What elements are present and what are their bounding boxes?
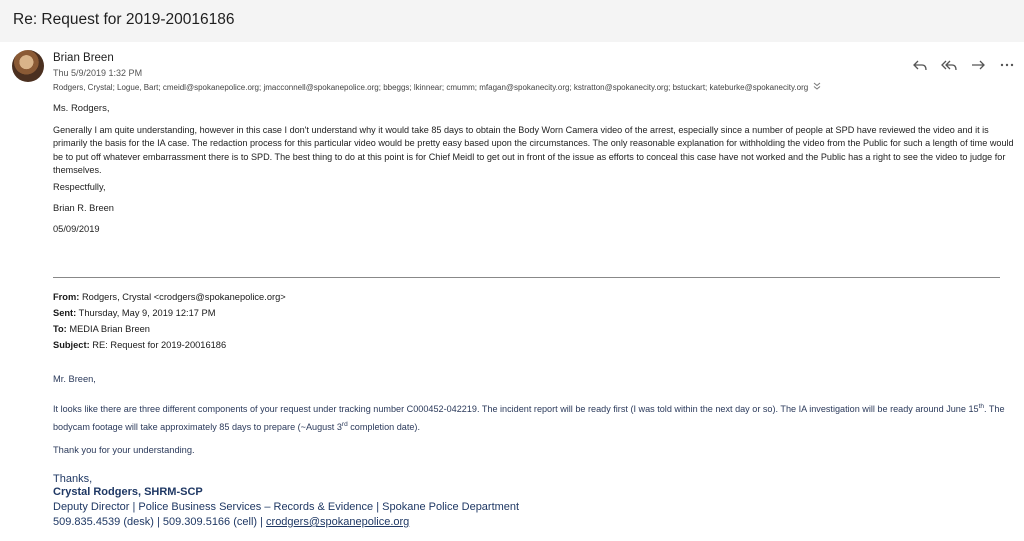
message-signature-name: Brian R. Breen — [53, 203, 114, 213]
quoted-to: To: MEDIA Brian Breen — [53, 324, 150, 334]
quoted-to-label: To: — [53, 324, 67, 334]
quoted-paragraph: It looks like there are three different … — [53, 399, 1018, 435]
signature-email-link[interactable]: crodgers@spokanepolice.org — [266, 516, 409, 528]
sender-name[interactable]: Brian Breen — [53, 52, 114, 64]
signature-thanks: Thanks, — [53, 473, 93, 485]
subject-bar: Re: Request for 2019-20016186 — [0, 0, 1024, 42]
quoted-from-value: Rodgers, Crystal <crodgers@spokanepolice… — [81, 292, 286, 302]
quoted-sent-label: Sent: — [53, 308, 77, 318]
reply-all-icon[interactable] — [940, 56, 958, 74]
message-greeting: Ms. Rodgers, — [53, 103, 110, 114]
quoted-sent: Sent: Thursday, May 9, 2019 12:17 PM — [53, 308, 215, 318]
quoted-from-label: From: — [53, 292, 80, 302]
reply-icon[interactable] — [911, 56, 929, 74]
expand-recipients-icon[interactable] — [813, 82, 821, 92]
message-date: Thu 5/9/2019 1:32 PM — [53, 68, 143, 78]
forward-icon[interactable] — [969, 56, 987, 74]
signature-name: Crystal Rodgers, SHRM-SCP — [53, 486, 203, 498]
email-subject: Re: Request for 2019-20016186 — [13, 11, 235, 28]
quoted-paragraph-part3: completion date). — [347, 422, 420, 433]
quoted-subject-label: Subject: — [53, 340, 90, 350]
quoted-from: From: Rodgers, Crystal <crodgers@spokane… — [53, 292, 286, 302]
recipients-line: Rodgers, Crystal; Logue, Bart; cmeidl@sp… — [53, 82, 821, 92]
sender-avatar[interactable] — [12, 50, 44, 82]
quoted-paragraph-part1: It looks like there are three different … — [53, 404, 979, 415]
message-signature-date: 05/09/2019 — [53, 224, 100, 234]
recipients-list: Rodgers, Crystal; Logue, Bart; cmeidl@sp… — [53, 83, 809, 92]
signature-title: Deputy Director | Police Business Servic… — [53, 501, 520, 513]
quoted-sent-value: Thursday, May 9, 2019 12:17 PM — [78, 308, 216, 318]
more-icon[interactable] — [998, 56, 1016, 74]
message-closing: Respectfully, — [53, 182, 106, 192]
quoted-to-value: MEDIA Brian Breen — [69, 324, 150, 334]
signature-phones: 509.835.4539 (desk) | 509.309.5166 (cell… — [53, 516, 267, 528]
message-actions — [911, 56, 1016, 74]
quoted-subject-value: RE: Request for 2019-20016186 — [92, 340, 227, 350]
quoted-thanks-line: Thank you for your understanding. — [53, 445, 195, 455]
signature-contact: 509.835.4539 (desk) | 509.309.5166 (cell… — [53, 516, 409, 528]
quoted-subject: Subject: RE: Request for 2019-20016186 — [53, 340, 226, 350]
message-paragraph: Generally I am quite understanding, howe… — [53, 125, 1014, 175]
quoted-greeting: Mr. Breen, — [53, 374, 96, 384]
quote-divider — [53, 277, 1000, 278]
